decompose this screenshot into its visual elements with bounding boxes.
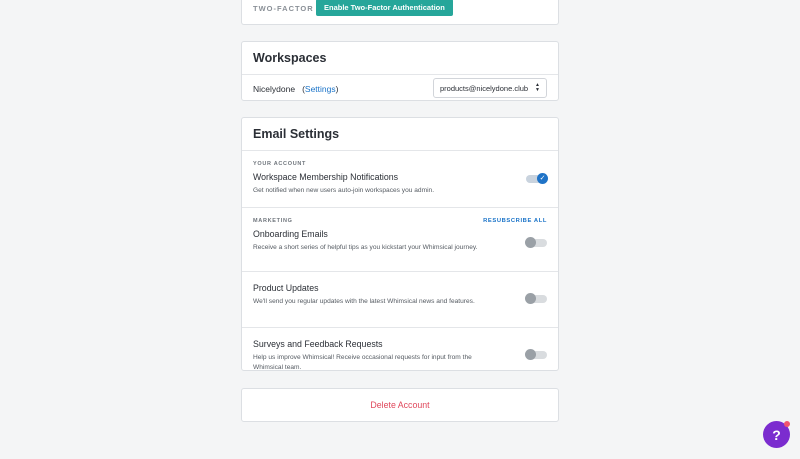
workspace-settings-link[interactable]: Settings <box>305 84 336 94</box>
workspaces-card: Workspaces Nicelydone (Settings) product… <box>241 41 559 101</box>
email-settings-title: Email Settings <box>242 118 558 151</box>
select-arrows-icon: ▲ ▼ <box>535 82 540 93</box>
workspace-settings: (Settings) <box>302 83 339 94</box>
membership-notifications-desc: Get notified when new users auto-join wo… <box>253 187 435 194</box>
workspace-email-select[interactable]: products@nicelydone.club ▲ ▼ <box>433 78 547 98</box>
surveys-title: Surveys and Feedback Requests <box>253 339 383 349</box>
marketing-onboarding-section: MARKETING RESUBSCRIBE ALL Onboarding Ema… <box>242 208 558 272</box>
product-updates-toggle[interactable] <box>525 293 547 304</box>
onboarding-emails-title: Onboarding Emails <box>253 229 328 239</box>
delete-account-card: Delete Account <box>241 388 559 422</box>
surveys-section: Surveys and Feedback Requests Help us im… <box>242 339 558 394</box>
two-factor-card: TWO-FACTOR Enable Two-Factor Authenticat… <box>241 0 559 25</box>
product-updates-desc: We'll send you regular updates with the … <box>253 298 475 305</box>
your-account-section: YOUR ACCOUNT Workspace Membership Notifi… <box>242 151 558 208</box>
email-settings-card: Email Settings YOUR ACCOUNT Workspace Me… <box>241 117 559 371</box>
workspace-email-value: products@nicelydone.club <box>440 83 529 93</box>
toggle-knob <box>525 293 536 304</box>
your-account-label: YOUR ACCOUNT <box>253 161 307 167</box>
membership-notifications-toggle[interactable]: ✓ <box>526 173 548 184</box>
onboarding-emails-desc: Receive a short series of helpful tips a… <box>253 244 478 251</box>
onboarding-emails-toggle[interactable] <box>525 237 547 248</box>
workspace-row: Nicelydone (Settings) products@nicelydon… <box>242 75 558 102</box>
resubscribe-all-link[interactable]: RESUBSCRIBE ALL <box>483 218 547 224</box>
membership-notifications-title: Workspace Membership Notifications <box>253 172 399 182</box>
two-factor-label: TWO-FACTOR <box>253 4 314 13</box>
notification-dot <box>784 421 790 427</box>
toggle-knob <box>525 237 536 248</box>
delete-account-button[interactable]: Delete Account <box>370 400 429 410</box>
check-icon: ✓ <box>537 173 548 184</box>
surveys-desc: Help us improve Whimsical! Receive occas… <box>253 354 472 371</box>
workspace-name: Nicelydone <box>253 83 296 94</box>
workspaces-title: Workspaces <box>242 42 558 75</box>
product-updates-section: Product Updates We'll send you regular u… <box>242 283 558 328</box>
question-icon: ? <box>772 426 781 443</box>
toggle-knob <box>525 349 536 360</box>
product-updates-title: Product Updates <box>253 283 319 293</box>
surveys-toggle[interactable] <box>525 349 547 360</box>
enable-two-factor-button[interactable]: Enable Two-Factor Authentication <box>316 0 453 16</box>
